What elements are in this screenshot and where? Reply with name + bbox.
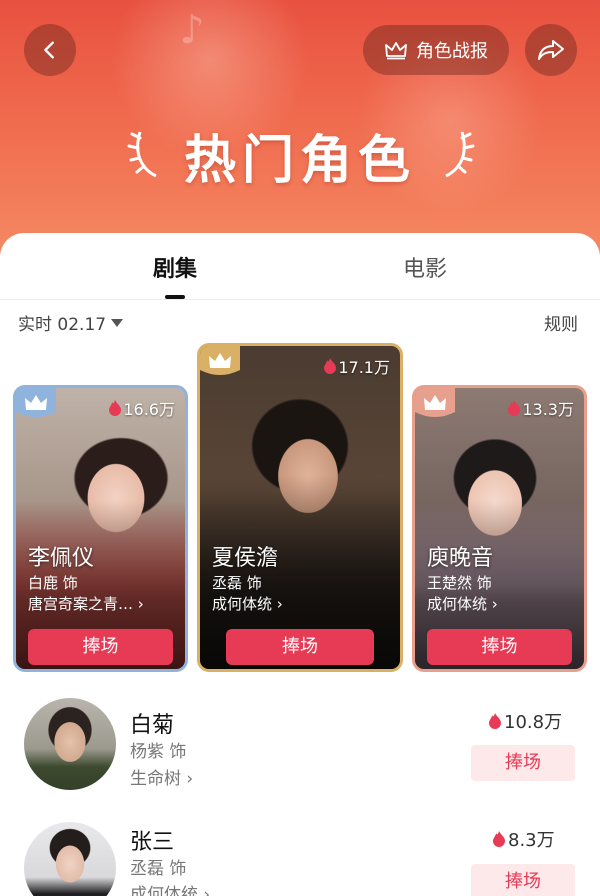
chevron-right-icon: › bbox=[491, 595, 498, 613]
flame-icon bbox=[109, 400, 122, 416]
cheer-button[interactable]: 捧场 bbox=[471, 864, 575, 896]
crown-gold-icon bbox=[200, 346, 240, 375]
date-label: 实时 02.17 bbox=[18, 315, 107, 335]
flame-icon bbox=[493, 831, 505, 847]
character-name: 白菊 bbox=[130, 713, 175, 738]
actor-name: 丞磊 饰 bbox=[130, 859, 187, 879]
chevron-left-icon bbox=[44, 41, 54, 59]
tab-series[interactable]: 剧集 bbox=[153, 251, 197, 283]
flame-icon bbox=[489, 713, 501, 729]
actor-name: 白鹿 饰 bbox=[28, 574, 78, 592]
chevron-right-icon: › bbox=[186, 769, 194, 789]
avatar bbox=[24, 822, 116, 896]
heat-value: 13.3万 bbox=[522, 400, 574, 419]
crown-icon bbox=[385, 42, 407, 60]
character-name: 夏侯澹 bbox=[212, 546, 279, 571]
crown-bronze-icon bbox=[415, 388, 455, 417]
share-button[interactable] bbox=[525, 24, 577, 76]
heat-count: 10.8万 bbox=[489, 708, 562, 734]
heat-count: 16.6万 bbox=[109, 396, 175, 420]
show-link[interactable]: 唐宫奇案之青… › bbox=[28, 593, 144, 614]
share-arrow-icon bbox=[538, 40, 564, 60]
show-title: 成何体统 bbox=[130, 885, 198, 896]
chevron-right-icon: › bbox=[203, 885, 211, 896]
rules-link[interactable]: 规则 bbox=[544, 310, 578, 335]
show-title: 生命树 bbox=[130, 769, 181, 789]
actor-name: 王楚然 饰 bbox=[427, 574, 492, 592]
back-button[interactable] bbox=[24, 24, 76, 76]
top-card-rank-1[interactable]: 17.1万 夏侯澹 丞磊 饰 成何体统 › 捧场 bbox=[197, 343, 403, 672]
heat-count: 8.3万 bbox=[493, 826, 555, 852]
flame-icon bbox=[508, 400, 521, 416]
top-card-rank-2[interactable]: 16.6万 李佩仪 白鹿 饰 唐宫奇案之青… › 捧场 bbox=[13, 385, 188, 672]
page-title: 热门角色 bbox=[183, 131, 416, 191]
heat-value: 16.6万 bbox=[123, 400, 175, 419]
character-name: 庾晚音 bbox=[427, 546, 494, 571]
tab-movies[interactable]: 电影 bbox=[403, 251, 447, 283]
date-dropdown[interactable]: 实时 02.17 bbox=[18, 310, 124, 335]
list-item[interactable]: 白菊 杨紫 饰 生命树 › 10.8万 捧场 bbox=[0, 690, 600, 810]
role-report-label: 角色战报 bbox=[416, 41, 488, 62]
character-name: 李佩仪 bbox=[28, 546, 95, 571]
role-report-button[interactable]: 角色战报 bbox=[363, 25, 509, 75]
show-link[interactable]: 成何体统 › bbox=[212, 593, 283, 614]
heat-value: 17.1万 bbox=[338, 358, 390, 377]
list-item[interactable]: 张三 丞磊 饰 成何体统 › 8.3万 捧场 bbox=[0, 814, 600, 896]
cheer-button[interactable]: 捧场 bbox=[28, 629, 173, 665]
tab-bar: 剧集 电影 bbox=[0, 233, 600, 303]
show-link[interactable]: 成何体统 › bbox=[427, 593, 498, 614]
music-note-logo-icon: ♪ bbox=[179, 7, 205, 53]
actor-name: 丞磊 饰 bbox=[212, 574, 262, 592]
show-link[interactable]: 成何体统 › bbox=[130, 880, 210, 896]
heat-count: 13.3万 bbox=[508, 396, 574, 420]
show-link[interactable]: 生命树 › bbox=[130, 764, 193, 789]
show-title: 唐宫奇案之青… bbox=[28, 595, 134, 613]
cheer-button[interactable]: 捧场 bbox=[471, 745, 575, 781]
heat-count: 17.1万 bbox=[324, 354, 390, 378]
avatar bbox=[24, 698, 116, 790]
show-title: 成何体统 bbox=[427, 595, 488, 613]
top-card-rank-3[interactable]: 13.3万 庾晚音 王楚然 饰 成何体统 › 捧场 bbox=[412, 385, 587, 672]
cheer-button[interactable]: 捧场 bbox=[427, 629, 572, 665]
crown-silver-icon bbox=[16, 388, 56, 417]
flame-icon bbox=[324, 358, 337, 374]
tab-divider bbox=[0, 299, 600, 300]
heat-value: 10.8万 bbox=[504, 712, 563, 733]
chevron-right-icon: › bbox=[137, 595, 144, 613]
actor-name: 杨紫 饰 bbox=[130, 742, 187, 762]
caret-down-icon bbox=[111, 318, 124, 327]
heat-value: 8.3万 bbox=[508, 830, 555, 851]
show-title: 成何体统 bbox=[212, 595, 273, 613]
character-name: 张三 bbox=[130, 830, 175, 855]
cheer-button[interactable]: 捧场 bbox=[226, 629, 374, 665]
chevron-right-icon: › bbox=[276, 595, 283, 613]
